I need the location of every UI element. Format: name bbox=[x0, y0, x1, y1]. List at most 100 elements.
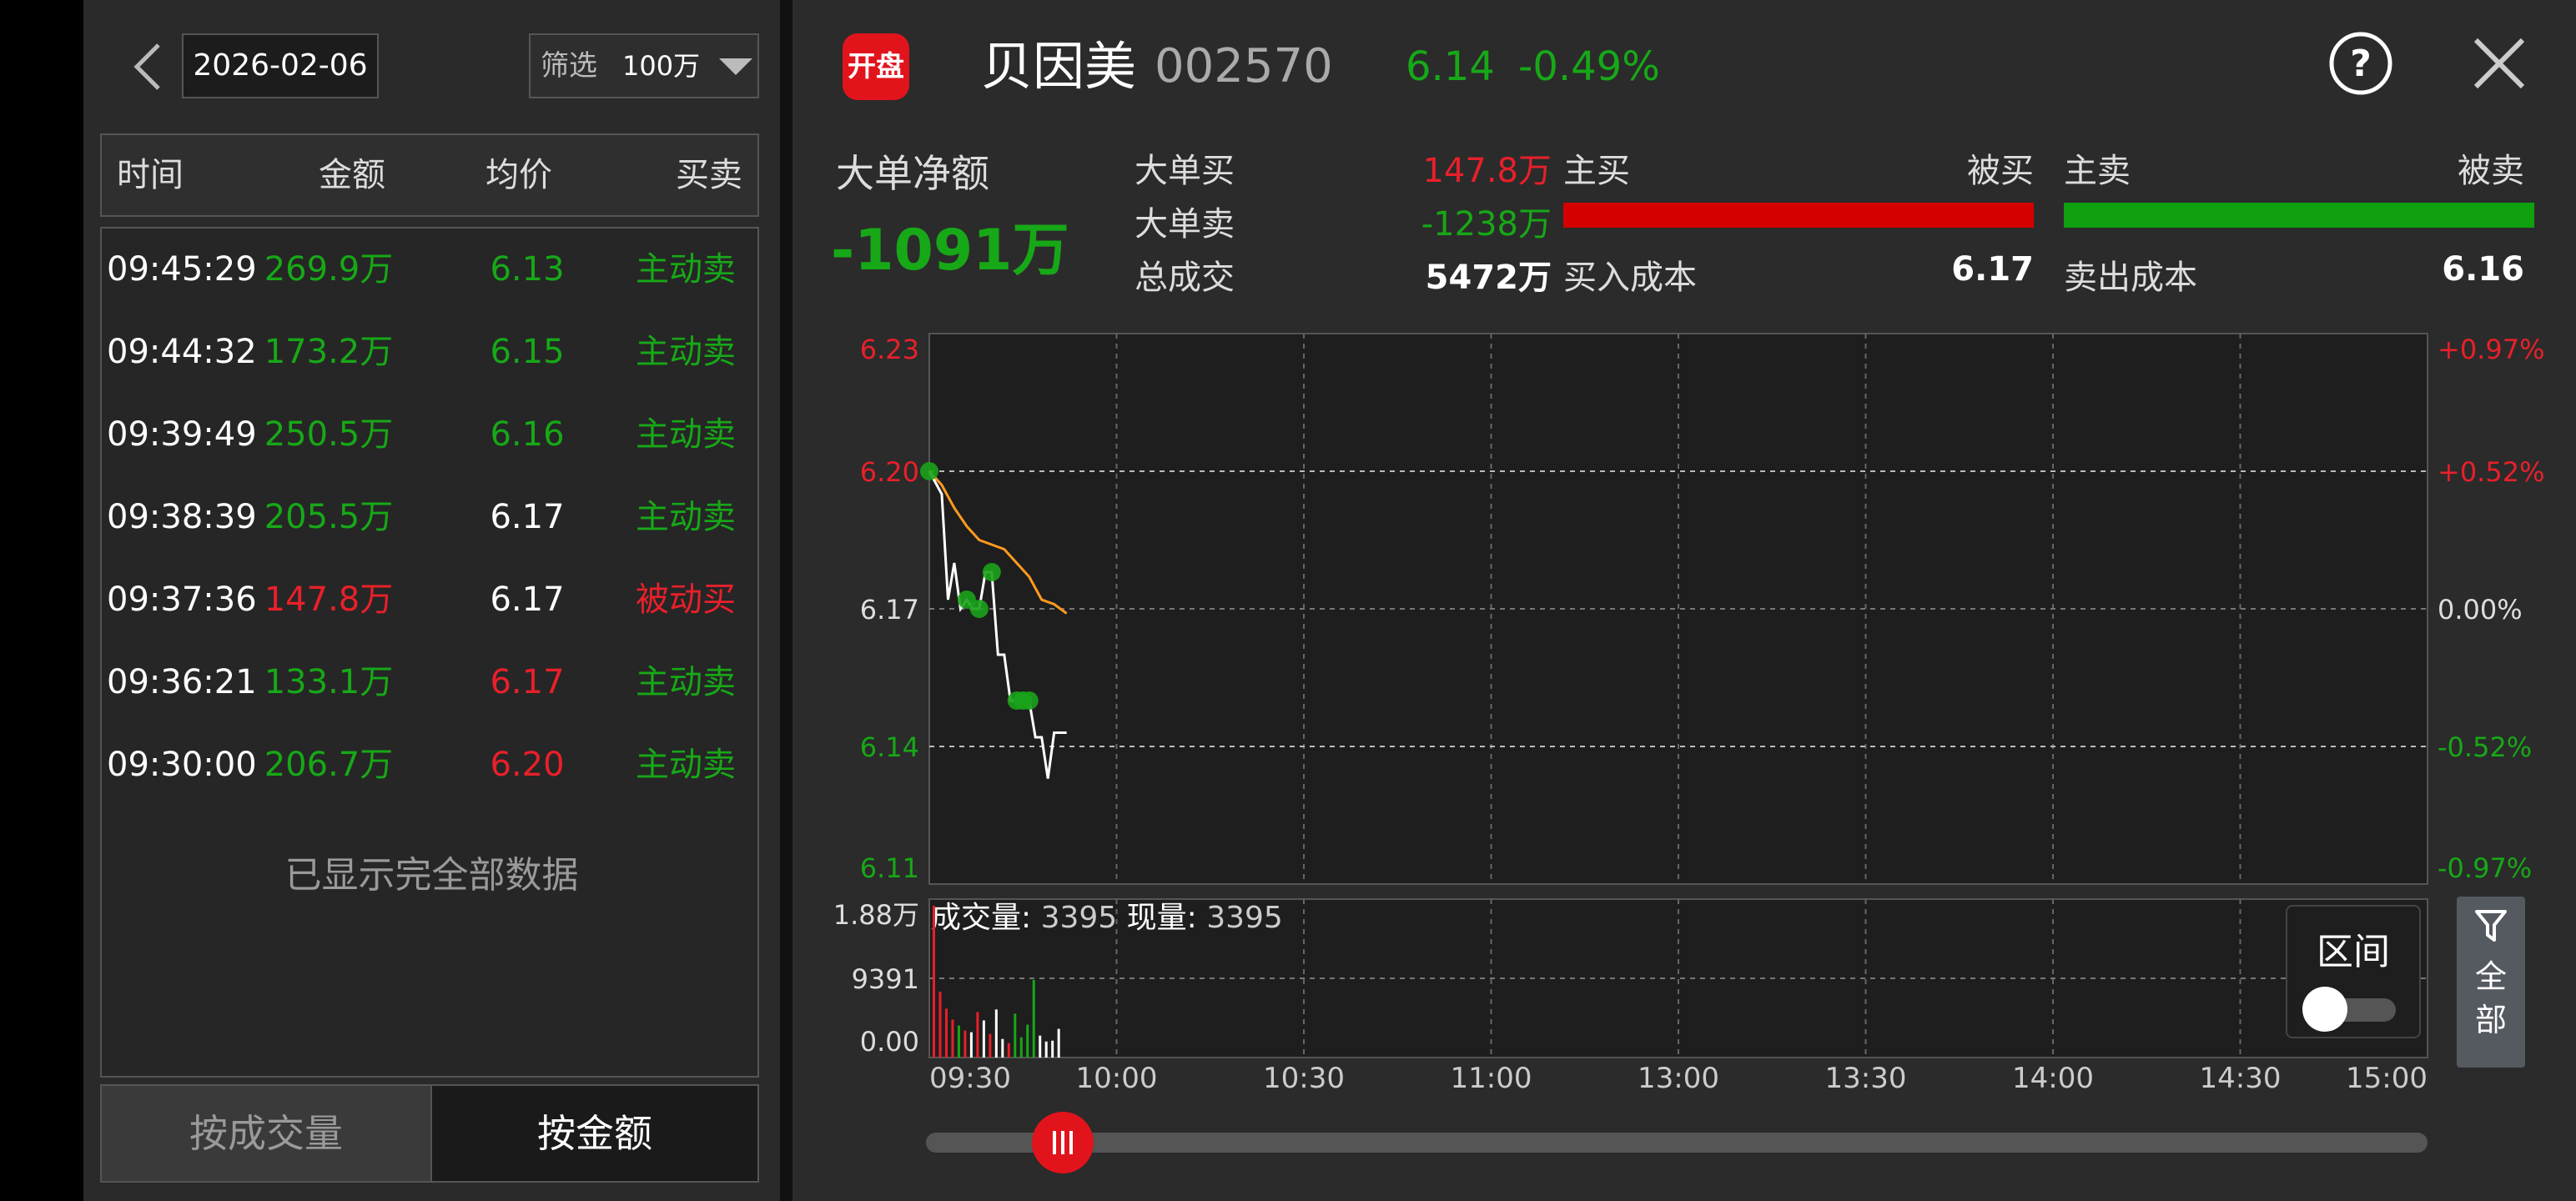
row-time: 09:36:21 bbox=[107, 663, 257, 701]
y-pct-tick-label: -0.97% bbox=[2438, 852, 2532, 884]
net-amount-value: -1091万 bbox=[831, 218, 1069, 284]
volume-y-tick-label: 0.00 bbox=[860, 1026, 919, 1058]
stock-name: 贝因美 bbox=[981, 36, 1137, 97]
row-side: 主动卖 bbox=[636, 250, 736, 289]
volume-chart[interactable]: 1.88万 9391 0.00 成交量: 3395 现量: 3395 09:30 10:0… bbox=[792, 892, 2453, 1093]
x-tick-label: 14:30 bbox=[2200, 1062, 2282, 1093]
sell-cost-label: 卖出成本 bbox=[2064, 259, 2197, 297]
volume-readout: 成交量: 3395 现量: 3395 bbox=[931, 901, 1283, 935]
table-row[interactable]: 09:36:21 133.1万 6.17 主动卖 bbox=[102, 641, 757, 724]
row-time: 09:39:49 bbox=[107, 415, 257, 454]
filter-icon bbox=[2475, 910, 2507, 942]
passive-buy-label: 被买 bbox=[1967, 152, 2034, 190]
col-side: 买卖 bbox=[676, 156, 742, 194]
by-volume-button[interactable]: 按成交量 bbox=[102, 1086, 432, 1181]
panel-divider bbox=[780, 0, 792, 1201]
time-range-slider[interactable] bbox=[926, 1133, 2428, 1153]
filter-label: 筛选 bbox=[541, 49, 597, 83]
trade-marker bbox=[920, 462, 938, 480]
row-time: 09:38:39 bbox=[107, 498, 257, 536]
total-label: 总成交 bbox=[1135, 259, 1235, 297]
grip-line bbox=[1053, 1131, 1056, 1154]
x-tick-label: 13:30 bbox=[1825, 1062, 1907, 1093]
volume-bar bbox=[933, 905, 935, 1058]
big-sell-label: 大单卖 bbox=[1135, 205, 1235, 244]
buy-flow-bar bbox=[1563, 203, 2034, 228]
volume-bar bbox=[976, 1012, 979, 1058]
trade-marker bbox=[1019, 691, 1039, 710]
row-avg-price: 6.16 bbox=[490, 415, 565, 454]
x-tick-label: 09:30 bbox=[929, 1062, 1011, 1093]
volume-bar bbox=[951, 1019, 954, 1058]
volume-bar bbox=[1057, 1028, 1060, 1058]
sell-cost-value: 6.16 bbox=[2442, 250, 2524, 289]
table-row[interactable]: 09:37:36 147.8万 6.17 被动买 bbox=[102, 559, 757, 641]
stock-code: 002570 bbox=[1155, 39, 1333, 93]
volume-y-tick-label: 1.88万 bbox=[833, 899, 919, 931]
chevron-left-icon bbox=[133, 43, 160, 90]
y-tick-label: 6.20 bbox=[860, 456, 919, 488]
y-pct-tick-label: +0.97% bbox=[2438, 334, 2544, 365]
table-row[interactable]: 09:39:49 250.5万 6.16 主动卖 bbox=[102, 394, 757, 476]
screen-edge bbox=[0, 0, 83, 1201]
sort-mode-toggle: 按成交量 按金额 bbox=[100, 1084, 759, 1183]
all-filter-char: 全 bbox=[2474, 958, 2507, 995]
volume-bar bbox=[1007, 1043, 1010, 1058]
volume-bar bbox=[1014, 1013, 1017, 1058]
all-filter-button[interactable]: 全部 bbox=[2457, 897, 2525, 1068]
volume-bar bbox=[963, 1030, 967, 1058]
x-tick-label: 10:30 bbox=[1263, 1062, 1345, 1093]
chart-panel: 开盘 贝因美 002570 6.14 -0.49% ? 大单净额 -1091万 … bbox=[792, 0, 2576, 1201]
stock-change: -0.49% bbox=[1518, 43, 1660, 90]
intraday-price-chart[interactable]: 6.23 +0.97% 6.20 +0.52% 6.17 0.00% 6.14 -0.52% 6… bbox=[792, 309, 2576, 892]
row-avg-price: 6.20 bbox=[490, 746, 565, 784]
range-toggle-knob[interactable] bbox=[2302, 987, 2347, 1032]
table-row[interactable]: 09:30:00 206.7万 6.20 主动卖 bbox=[102, 724, 757, 807]
all-filter-text: 全部 bbox=[2457, 955, 2525, 1042]
amount-filter-select[interactable]: 筛选 100万 bbox=[529, 33, 759, 98]
volume-bar bbox=[957, 1025, 960, 1058]
by-amount-button[interactable]: 按金额 bbox=[432, 1086, 757, 1181]
row-amount: 173.2万 bbox=[264, 333, 394, 371]
row-side: 被动买 bbox=[636, 580, 736, 619]
caret-down-icon bbox=[719, 58, 752, 75]
volume-bar bbox=[994, 1009, 998, 1058]
volume-bar bbox=[1019, 1037, 1023, 1058]
all-filter-label: 全部 bbox=[2457, 955, 2525, 1042]
trade-table[interactable]: 09:45:29 269.9万 6.13 主动卖 09:44:32 173.2万 6.15 主… bbox=[100, 227, 759, 1078]
buy-cost-value: 6.17 bbox=[1951, 250, 2034, 289]
table-row[interactable]: 09:38:39 205.5万 6.17 主动卖 bbox=[102, 476, 757, 559]
col-amount: 金额 bbox=[319, 156, 385, 194]
table-row[interactable]: 09:44:32 173.2万 6.15 主动卖 bbox=[102, 311, 757, 394]
row-side: 主动卖 bbox=[636, 498, 736, 536]
trade-marker bbox=[982, 563, 1001, 581]
y-tick-label: 6.23 bbox=[860, 334, 919, 365]
table-row[interactable]: 09:45:29 269.9万 6.13 主动卖 bbox=[102, 229, 757, 311]
volume-bar bbox=[938, 992, 942, 1058]
row-avg-price: 6.15 bbox=[490, 333, 565, 371]
grip-line bbox=[1069, 1131, 1073, 1154]
row-amount: 269.9万 bbox=[264, 250, 394, 289]
volume-bar bbox=[969, 1032, 973, 1058]
close-button[interactable] bbox=[2469, 33, 2529, 93]
slider-handle[interactable] bbox=[1032, 1112, 1094, 1173]
date-picker[interactable]: 2026-02-06 bbox=[182, 33, 379, 98]
current-volume-label: 现量: bbox=[1127, 901, 1207, 935]
x-tick-label: 10:00 bbox=[1076, 1062, 1158, 1093]
y-pct-tick-label: +0.52% bbox=[2438, 456, 2544, 488]
back-button[interactable] bbox=[123, 33, 174, 100]
y-tick-label: 6.11 bbox=[860, 852, 919, 884]
volume-bar bbox=[1044, 1041, 1048, 1058]
buy-cost-label: 买入成本 bbox=[1563, 259, 1697, 297]
x-tick-label: 14:00 bbox=[2012, 1062, 2094, 1093]
help-button[interactable]: ? bbox=[2327, 30, 2394, 97]
filter-value: 100万 bbox=[622, 50, 701, 82]
net-amount-label: 大单净额 bbox=[836, 151, 989, 196]
range-toggle-card[interactable]: 区间 bbox=[2286, 905, 2421, 1038]
current-volume-value: 3395 bbox=[1206, 901, 1283, 935]
volume-bar bbox=[944, 1008, 948, 1058]
x-tick-label: 13:00 bbox=[1638, 1062, 1719, 1093]
volume-bar bbox=[1032, 979, 1035, 1058]
end-of-data-note: 已显示完全部数据 bbox=[284, 854, 579, 897]
row-amount: 250.5万 bbox=[264, 415, 394, 454]
